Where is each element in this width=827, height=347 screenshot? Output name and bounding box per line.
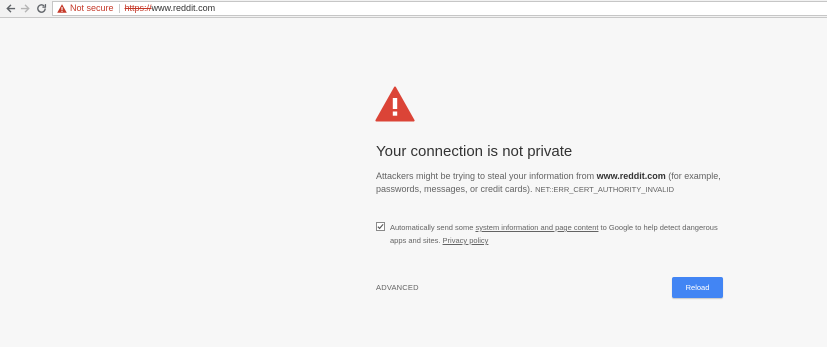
reload-icon <box>37 4 47 13</box>
explanation-host: www.reddit.com <box>596 171 666 181</box>
reload-button[interactable]: Reload <box>672 277 723 298</box>
url-scheme: https:// <box>124 3 152 13</box>
system-info-link[interactable]: system information and page content <box>475 223 598 232</box>
page-title: Your connection is not private <box>376 143 573 160</box>
forward-arrow-icon <box>20 4 30 13</box>
back-button[interactable] <box>4 2 17 15</box>
warning-triangle-icon <box>375 86 415 122</box>
back-arrow-icon <box>6 4 16 13</box>
optin-text: Automatically send some system informati… <box>390 221 720 247</box>
omnibox-separator <box>118 4 120 13</box>
error-code[interactable]: NET::ERR_CERT_AUTHORITY_INVALID <box>535 185 674 194</box>
privacy-policy-link[interactable]: Privacy policy <box>443 236 489 245</box>
browser-toolbar: Not secure https:// www.reddit.com <box>0 0 827 18</box>
url-host: www.reddit.com <box>151 3 216 13</box>
security-status-label[interactable]: Not secure <box>70 2 114 15</box>
optin-before: Automatically send some <box>390 223 476 232</box>
warning-triangle-icon <box>57 4 67 13</box>
reload-toolbar-button[interactable] <box>35 2 48 15</box>
checkmark-icon <box>377 223 384 230</box>
address-bar[interactable]: Not secure https:// www.reddit.com <box>52 1 827 16</box>
forward-button[interactable] <box>19 2 32 15</box>
explanation-before: Attackers might be trying to steal your … <box>376 171 597 181</box>
optin-checkbox[interactable] <box>376 222 385 231</box>
explanation-text: Attackers might be trying to steal your … <box>376 170 736 196</box>
advanced-button[interactable]: ADVANCED <box>376 283 419 292</box>
